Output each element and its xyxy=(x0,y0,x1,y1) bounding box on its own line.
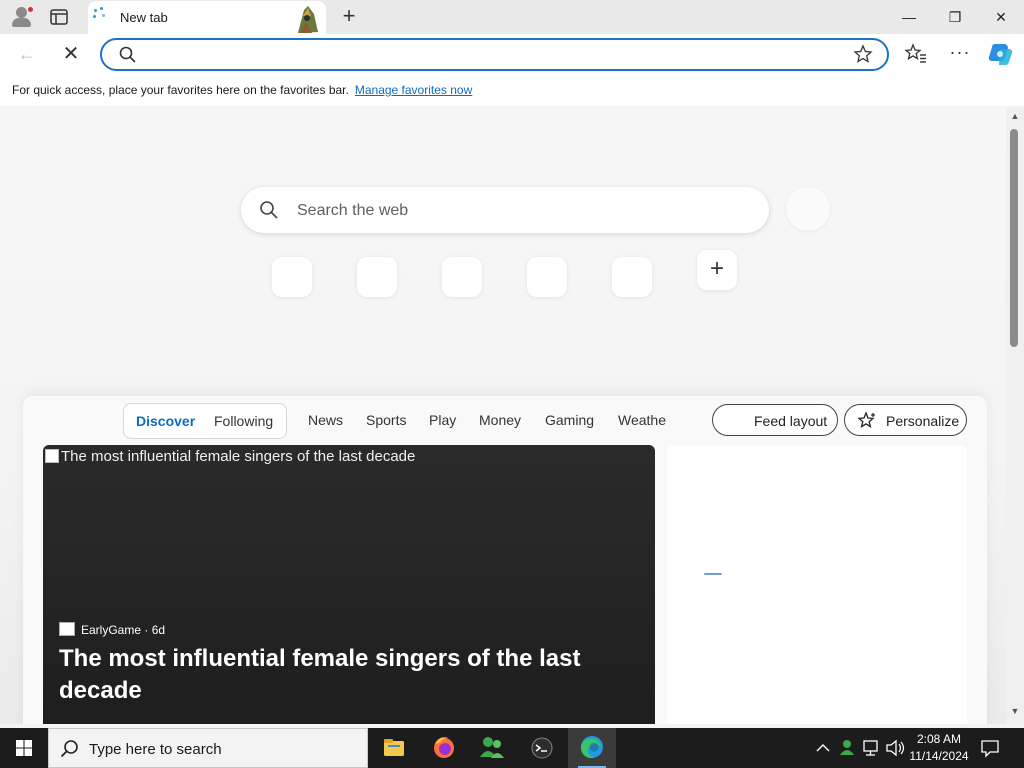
search-icon xyxy=(59,738,81,760)
address-bar[interactable] xyxy=(100,38,889,71)
favorites-button[interactable] xyxy=(904,43,928,65)
category-play[interactable]: Play xyxy=(429,412,456,428)
tab-new-tab[interactable]: New tab xyxy=(88,1,326,34)
loading-indicator xyxy=(704,573,722,575)
page-scrollbar[interactable]: ▲ ▼ xyxy=(1006,107,1024,724)
taskbar-search-placeholder: Type here to search xyxy=(89,741,222,758)
people-app-icon[interactable] xyxy=(468,728,516,768)
tab-media-icon xyxy=(294,4,320,34)
article-headline[interactable]: The most influential female singers of t… xyxy=(59,643,619,707)
stop-loading-button[interactable]: ✕ xyxy=(58,42,84,66)
side-card-placeholder xyxy=(667,445,967,724)
navigation-bar: ← ✕ ··· xyxy=(0,34,1024,74)
scrollbar-thumb[interactable] xyxy=(1010,129,1018,347)
quick-link-tile[interactable] xyxy=(272,257,312,297)
visual-search-button[interactable] xyxy=(786,187,830,231)
manage-favorites-link[interactable]: Manage favorites now xyxy=(355,83,472,97)
restore-button[interactable]: ❐ xyxy=(932,0,978,34)
volume-icon[interactable] xyxy=(884,728,906,768)
profile-avatar-icon[interactable] xyxy=(10,6,34,28)
taskbar-clock[interactable]: 2:08 AM 11/14/2024 xyxy=(904,731,974,765)
category-gaming[interactable]: Gaming xyxy=(545,412,594,428)
windows-start-icon[interactable] xyxy=(0,728,48,768)
feed-layout-label: Feed layout xyxy=(754,413,828,429)
new-tab-page: Search the web + Discover Following News… xyxy=(0,107,1006,724)
minimize-button[interactable]: — xyxy=(886,0,932,34)
copilot-icon[interactable] xyxy=(988,41,1014,67)
loading-favicon-icon xyxy=(92,7,108,21)
add-quick-link-button[interactable]: + xyxy=(697,250,737,290)
article-source: EarlyGame · 6d xyxy=(59,622,165,637)
hero-article-card[interactable]: The most influential female singers of t… xyxy=(43,445,655,724)
quick-link-tile[interactable] xyxy=(612,257,652,297)
close-window-button[interactable]: ✕ xyxy=(978,0,1024,34)
feed-tab-group: Discover Following xyxy=(123,403,287,439)
broken-image-icon xyxy=(45,449,59,463)
article-source-name: EarlyGame xyxy=(81,623,142,637)
scroll-down-arrow-icon[interactable]: ▼ xyxy=(1009,706,1021,716)
terminal-icon[interactable] xyxy=(518,728,566,768)
personalize-button[interactable]: Personalize xyxy=(844,404,967,436)
favorites-bar-message: For quick access, place your favorites h… xyxy=(12,83,349,97)
file-explorer-icon[interactable] xyxy=(370,728,418,768)
hero-image-alt-text: The most influential female singers of t… xyxy=(45,448,415,465)
clock-date: 11/14/2024 xyxy=(909,749,969,763)
quick-link-tile[interactable] xyxy=(357,257,397,297)
category-weather[interactable]: Weathe xyxy=(618,412,666,428)
people-tray-icon[interactable] xyxy=(836,728,858,768)
quick-link-tile[interactable] xyxy=(442,257,482,297)
article-age: · 6d xyxy=(144,623,166,637)
scroll-up-arrow-icon[interactable]: ▲ xyxy=(1009,111,1021,121)
notification-center-icon[interactable] xyxy=(980,738,1000,758)
category-sports[interactable]: Sports xyxy=(366,412,406,428)
sparkle-star-icon xyxy=(857,411,877,434)
new-tab-button[interactable]: + xyxy=(338,5,360,28)
search-icon xyxy=(259,200,279,220)
search-icon xyxy=(118,45,138,65)
publisher-logo-icon xyxy=(59,622,75,636)
category-money[interactable]: Money xyxy=(479,412,521,428)
tab-title: New tab xyxy=(120,10,168,25)
firefox-icon[interactable] xyxy=(420,728,468,768)
feed-layout-button[interactable]: Feed layout xyxy=(712,404,838,436)
tab-discover[interactable]: Discover xyxy=(136,413,195,429)
add-favorite-star-icon[interactable] xyxy=(853,44,873,64)
favorites-bar: For quick access, place your favorites h… xyxy=(0,74,1024,106)
back-button[interactable]: ← xyxy=(14,42,40,66)
category-news[interactable]: News xyxy=(308,412,343,428)
edge-icon[interactable] xyxy=(568,728,616,768)
news-feed: Discover Following News Sports Play Mone… xyxy=(23,396,987,724)
hero-image-alt: The most influential female singers of t… xyxy=(61,448,416,465)
title-bar: New tab + — ❐ ✕ xyxy=(0,0,1024,34)
show-hidden-icons-chevron-icon[interactable] xyxy=(812,728,834,768)
taskbar: Type here to search 2:08 AM 11/14/2024 xyxy=(0,728,1024,768)
search-placeholder: Search the web xyxy=(297,202,409,219)
tab-actions-icon[interactable] xyxy=(48,7,70,27)
quick-link-tile[interactable] xyxy=(527,257,567,297)
tab-following[interactable]: Following xyxy=(214,413,273,429)
clock-time: 2:08 AM xyxy=(916,732,962,746)
network-icon[interactable] xyxy=(860,728,882,768)
personalize-label: Personalize xyxy=(886,413,960,429)
settings-menu-button[interactable]: ··· xyxy=(948,42,972,66)
web-search-box[interactable]: Search the web xyxy=(241,187,769,233)
taskbar-search-box[interactable]: Type here to search xyxy=(48,728,368,768)
